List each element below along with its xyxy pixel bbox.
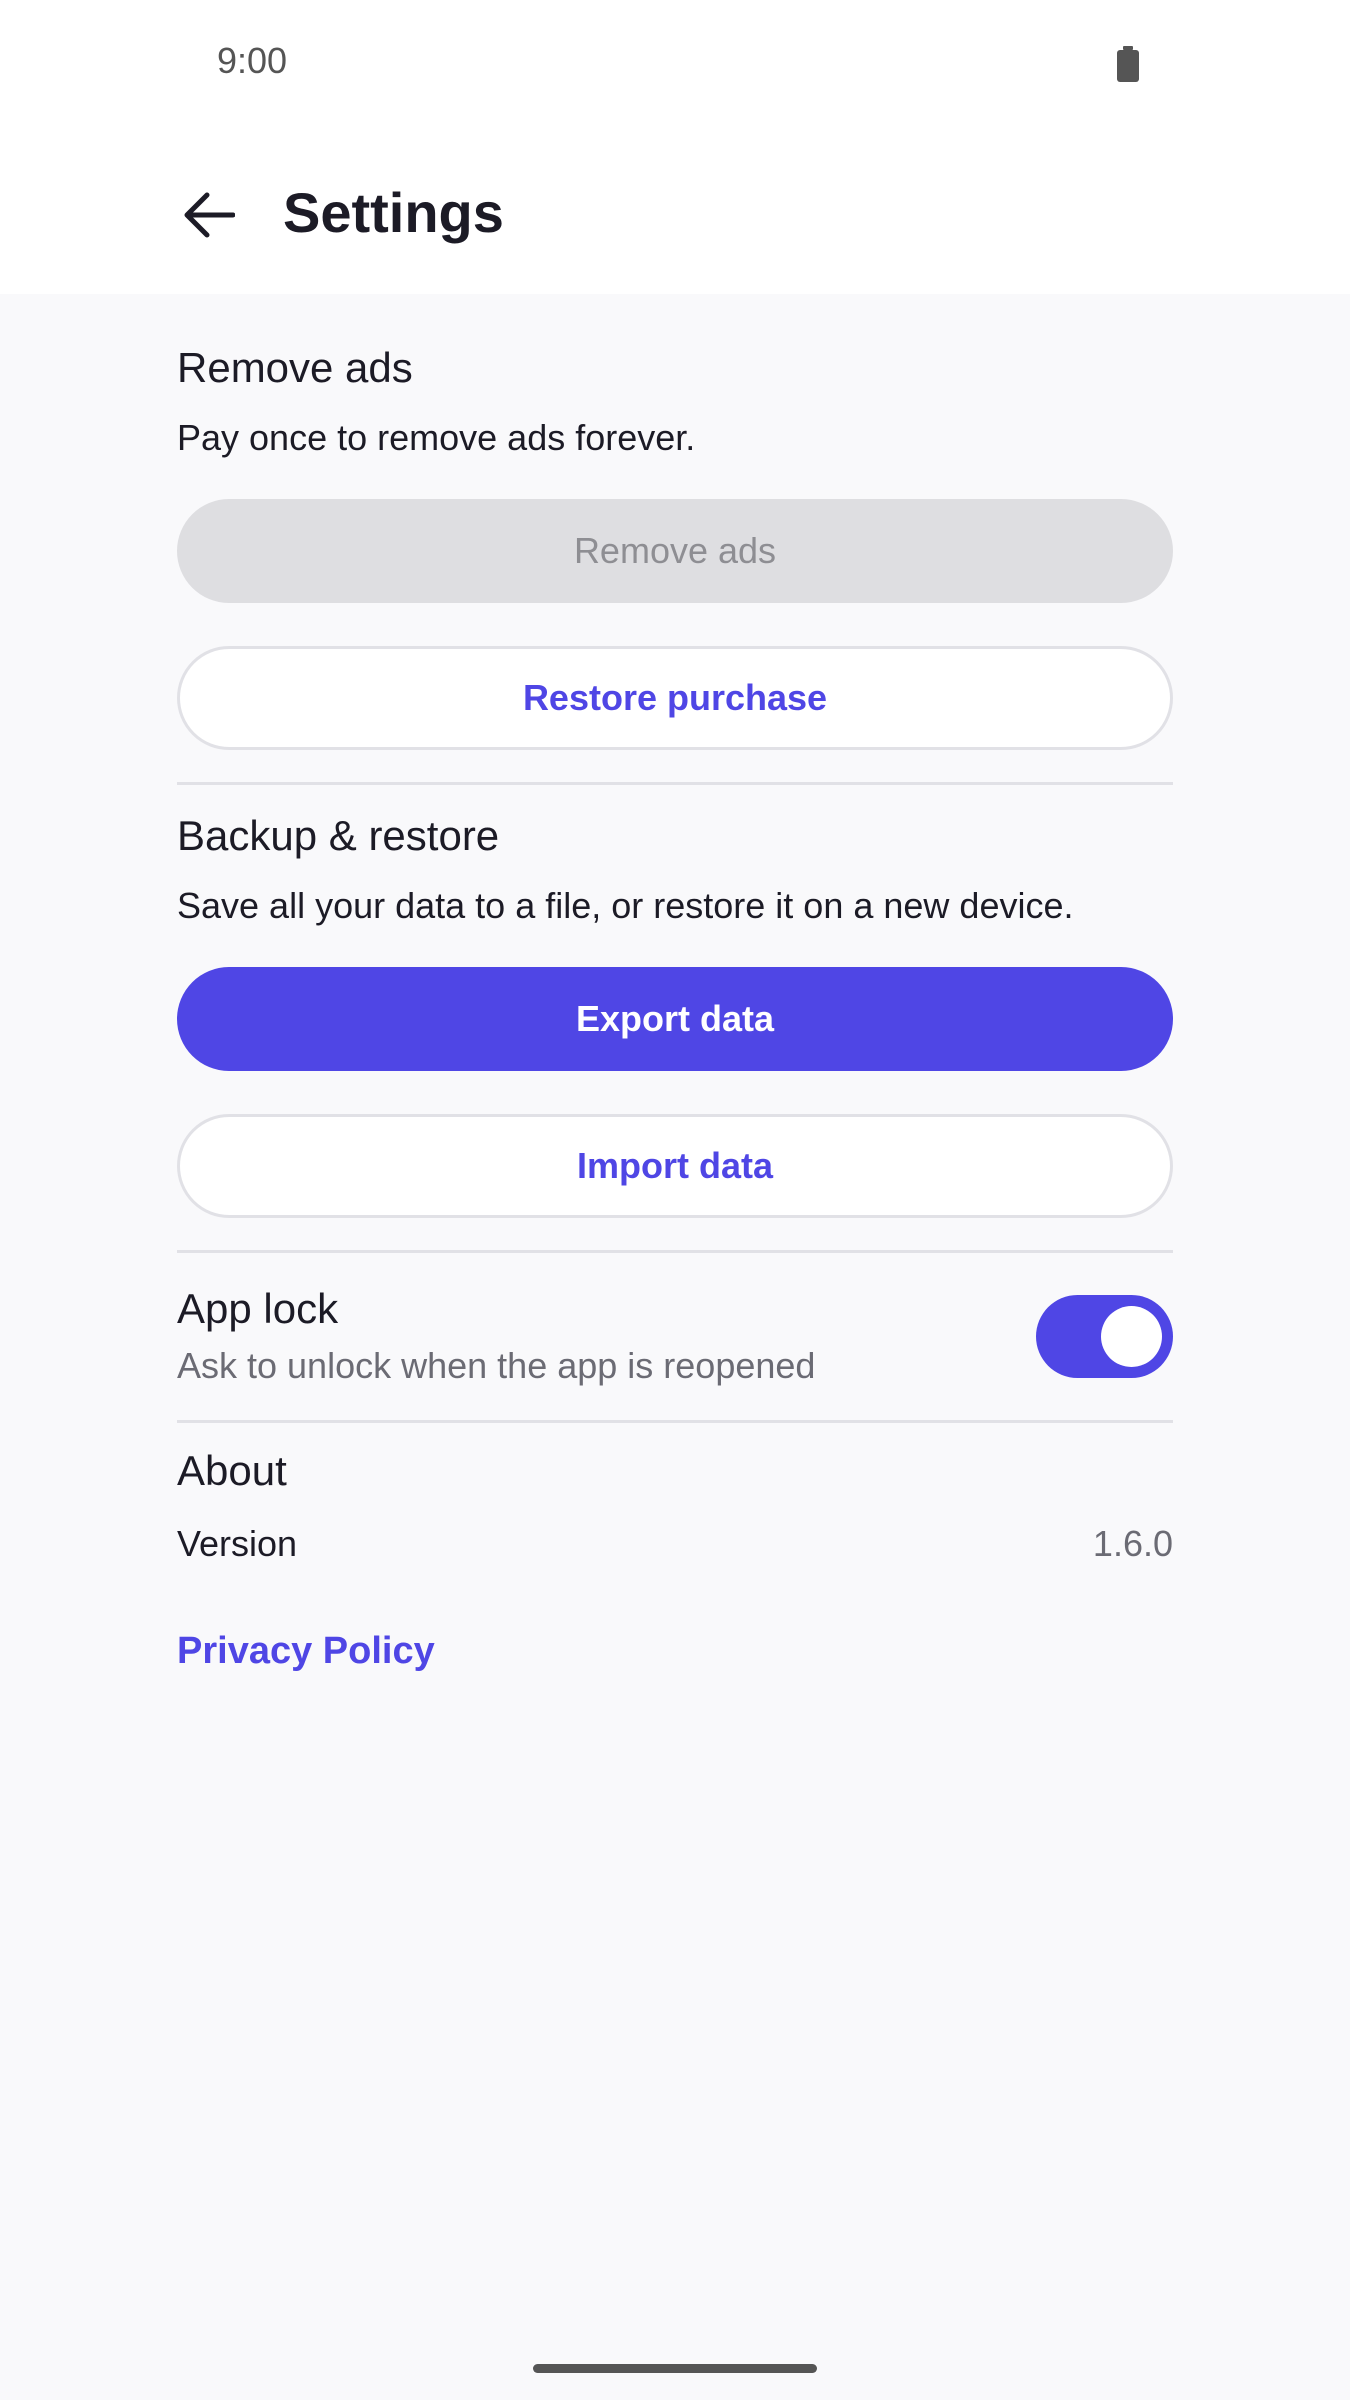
divider [177, 1420, 1173, 1423]
app-lock-description: Ask to unlock when the app is reopened [177, 1345, 816, 1386]
page-title: Settings [283, 181, 504, 244]
home-indicator[interactable] [533, 2364, 817, 2373]
restore-purchase-button[interactable]: Restore purchase [177, 646, 1173, 750]
remove-ads-button[interactable]: Remove ads [177, 499, 1173, 603]
import-data-button[interactable]: Import data [177, 1114, 1173, 1218]
remove-ads-title: Remove ads [177, 344, 413, 391]
backup-description: Save all your data to a file, or restore… [177, 885, 1074, 926]
remove-ads-description: Pay once to remove ads forever. [177, 417, 696, 458]
battery-icon [1117, 46, 1139, 82]
version-value: 1.6.0 [1092, 1523, 1173, 1564]
version-label: Version [177, 1523, 298, 1564]
arrow-left-icon [184, 192, 235, 238]
app-lock-title: App lock [177, 1285, 339, 1332]
divider [177, 782, 1173, 785]
privacy-policy-link[interactable]: Privacy Policy [177, 1628, 435, 1674]
divider [177, 1250, 1173, 1253]
toggle-knob [1101, 1306, 1162, 1367]
about-title: About [177, 1447, 287, 1494]
app-bar: 9:00 Settings [0, 0, 1350, 294]
app-lock-toggle[interactable] [1036, 1295, 1173, 1378]
back-button[interactable] [174, 180, 244, 250]
export-data-button[interactable]: Export data [177, 967, 1173, 1071]
status-time: 9:00 [217, 40, 288, 81]
backup-title: Backup & restore [177, 812, 500, 859]
